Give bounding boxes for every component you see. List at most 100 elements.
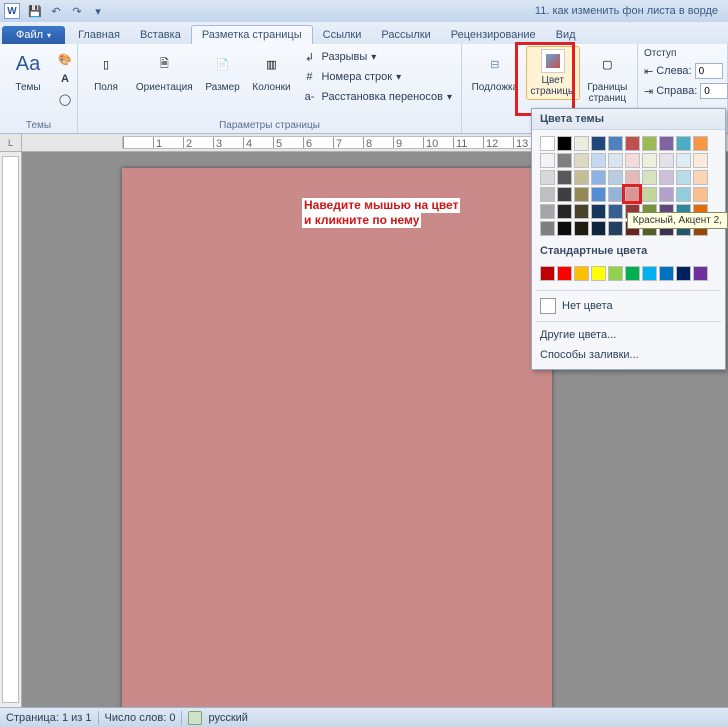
color-swatch[interactable] <box>574 221 589 236</box>
tab-insert[interactable]: Вставка <box>130 26 191 44</box>
themes-button[interactable]: Aa Темы <box>6 46 50 95</box>
columns-button[interactable]: ▥Колонки <box>249 46 295 95</box>
color-swatch[interactable] <box>557 136 572 151</box>
theme-effects-icon[interactable]: ◯ <box>54 90 76 108</box>
fill-effects-item[interactable]: Способы заливки... <box>532 345 725 365</box>
indent-right-input[interactable] <box>700 83 728 99</box>
color-swatch[interactable] <box>625 136 640 151</box>
watermark-button[interactable]: ⊟Подложка <box>468 46 522 95</box>
color-swatch[interactable] <box>591 136 606 151</box>
orientation-button[interactable]: 🗎Ориентация <box>132 46 197 95</box>
color-swatch[interactable] <box>591 266 606 281</box>
color-swatch[interactable] <box>540 187 555 202</box>
color-swatch[interactable] <box>693 266 708 281</box>
color-swatch[interactable] <box>693 170 708 185</box>
color-swatch[interactable] <box>659 266 674 281</box>
color-swatch[interactable] <box>642 170 657 185</box>
color-swatch[interactable] <box>540 266 555 281</box>
color-swatch[interactable] <box>659 187 674 202</box>
color-swatch[interactable] <box>591 221 606 236</box>
color-swatch[interactable] <box>693 136 708 151</box>
line-numbers-button[interactable]: #Номера строк ▾ <box>298 68 455 86</box>
redo-icon[interactable]: ↷ <box>68 2 86 20</box>
color-swatch[interactable] <box>557 187 572 202</box>
tab-review[interactable]: Рецензирование <box>441 26 546 44</box>
color-swatch[interactable] <box>625 153 640 168</box>
color-swatch[interactable] <box>693 153 708 168</box>
color-swatch[interactable] <box>557 266 572 281</box>
color-swatch[interactable] <box>574 266 589 281</box>
color-swatch[interactable] <box>540 204 555 219</box>
color-swatch[interactable] <box>659 170 674 185</box>
tab-mailings[interactable]: Рассылки <box>371 26 440 44</box>
tab-home[interactable]: Главная <box>68 26 130 44</box>
color-swatch[interactable] <box>625 187 640 202</box>
color-swatch[interactable] <box>574 136 589 151</box>
color-swatch[interactable] <box>608 136 623 151</box>
color-swatch[interactable] <box>608 266 623 281</box>
color-swatch[interactable] <box>574 170 589 185</box>
color-swatch[interactable] <box>642 153 657 168</box>
status-page[interactable]: Страница: 1 из 1 <box>6 712 92 724</box>
color-swatch[interactable] <box>625 170 640 185</box>
color-swatch[interactable] <box>557 153 572 168</box>
page-borders-button[interactable]: ▢Границы страниц <box>584 46 631 106</box>
color-swatch[interactable] <box>659 153 674 168</box>
theme-colors-icon[interactable]: 🎨 <box>54 50 76 68</box>
color-swatch[interactable] <box>676 136 691 151</box>
vertical-ruler[interactable] <box>0 152 22 707</box>
proofing-icon[interactable] <box>188 711 202 725</box>
no-color-icon <box>540 298 556 314</box>
color-swatch[interactable] <box>676 170 691 185</box>
tab-references[interactable]: Ссылки <box>313 26 372 44</box>
color-swatch[interactable] <box>540 170 555 185</box>
color-swatch[interactable] <box>574 204 589 219</box>
margins-button[interactable]: ▯Поля <box>84 46 128 95</box>
color-swatch[interactable] <box>676 266 691 281</box>
color-swatch[interactable] <box>608 187 623 202</box>
indent-left-input[interactable] <box>695 63 723 79</box>
more-colors-item[interactable]: Другие цвета... <box>532 325 725 345</box>
color-swatch[interactable] <box>591 153 606 168</box>
save-icon[interactable]: 💾 <box>26 2 44 20</box>
color-swatch[interactable] <box>557 221 572 236</box>
no-color-item[interactable]: Нет цвета <box>532 294 725 318</box>
tab-page-layout[interactable]: Разметка страницы <box>191 25 313 44</box>
color-swatch[interactable] <box>540 153 555 168</box>
color-swatch[interactable] <box>557 204 572 219</box>
hyphenation-button[interactable]: a-Расстановка переносов ▾ <box>298 88 455 106</box>
breaks-button[interactable]: ↲Разрывы ▾ <box>298 48 455 66</box>
color-swatch[interactable] <box>591 187 606 202</box>
size-button[interactable]: 📄Размер <box>201 46 245 95</box>
color-swatch[interactable] <box>608 221 623 236</box>
color-swatch[interactable] <box>642 187 657 202</box>
color-swatch[interactable] <box>540 221 555 236</box>
color-swatch[interactable] <box>693 187 708 202</box>
color-swatch[interactable] <box>608 170 623 185</box>
page-color-button[interactable]: Цвет страницы <box>526 46 580 100</box>
color-swatch[interactable] <box>591 204 606 219</box>
indent-left-field[interactable]: ⇤ Слева: <box>644 63 723 79</box>
color-swatch[interactable] <box>591 170 606 185</box>
indent-right-field[interactable]: ⇥ Справа: <box>644 83 728 99</box>
color-swatch[interactable] <box>642 266 657 281</box>
qat-dropdown-icon[interactable]: ▾ <box>89 2 107 20</box>
undo-icon[interactable]: ↶ <box>47 2 65 20</box>
color-swatch[interactable] <box>642 136 657 151</box>
tab-file[interactable]: Файл <box>2 26 65 44</box>
color-swatch[interactable] <box>625 266 640 281</box>
color-swatch[interactable] <box>676 153 691 168</box>
document-page[interactable]: Наведите мышью на цвет и кликните по нем… <box>122 168 552 707</box>
theme-fonts-icon[interactable]: A <box>54 70 76 88</box>
color-swatch[interactable] <box>574 153 589 168</box>
color-swatch[interactable] <box>608 153 623 168</box>
color-swatch[interactable] <box>574 187 589 202</box>
tab-view[interactable]: Вид <box>546 26 586 44</box>
color-swatch[interactable] <box>608 204 623 219</box>
status-language[interactable]: русский <box>208 712 247 724</box>
color-swatch[interactable] <box>540 136 555 151</box>
color-swatch[interactable] <box>676 187 691 202</box>
color-swatch[interactable] <box>557 170 572 185</box>
color-swatch[interactable] <box>659 136 674 151</box>
status-word-count[interactable]: Число слов: 0 <box>105 712 176 724</box>
